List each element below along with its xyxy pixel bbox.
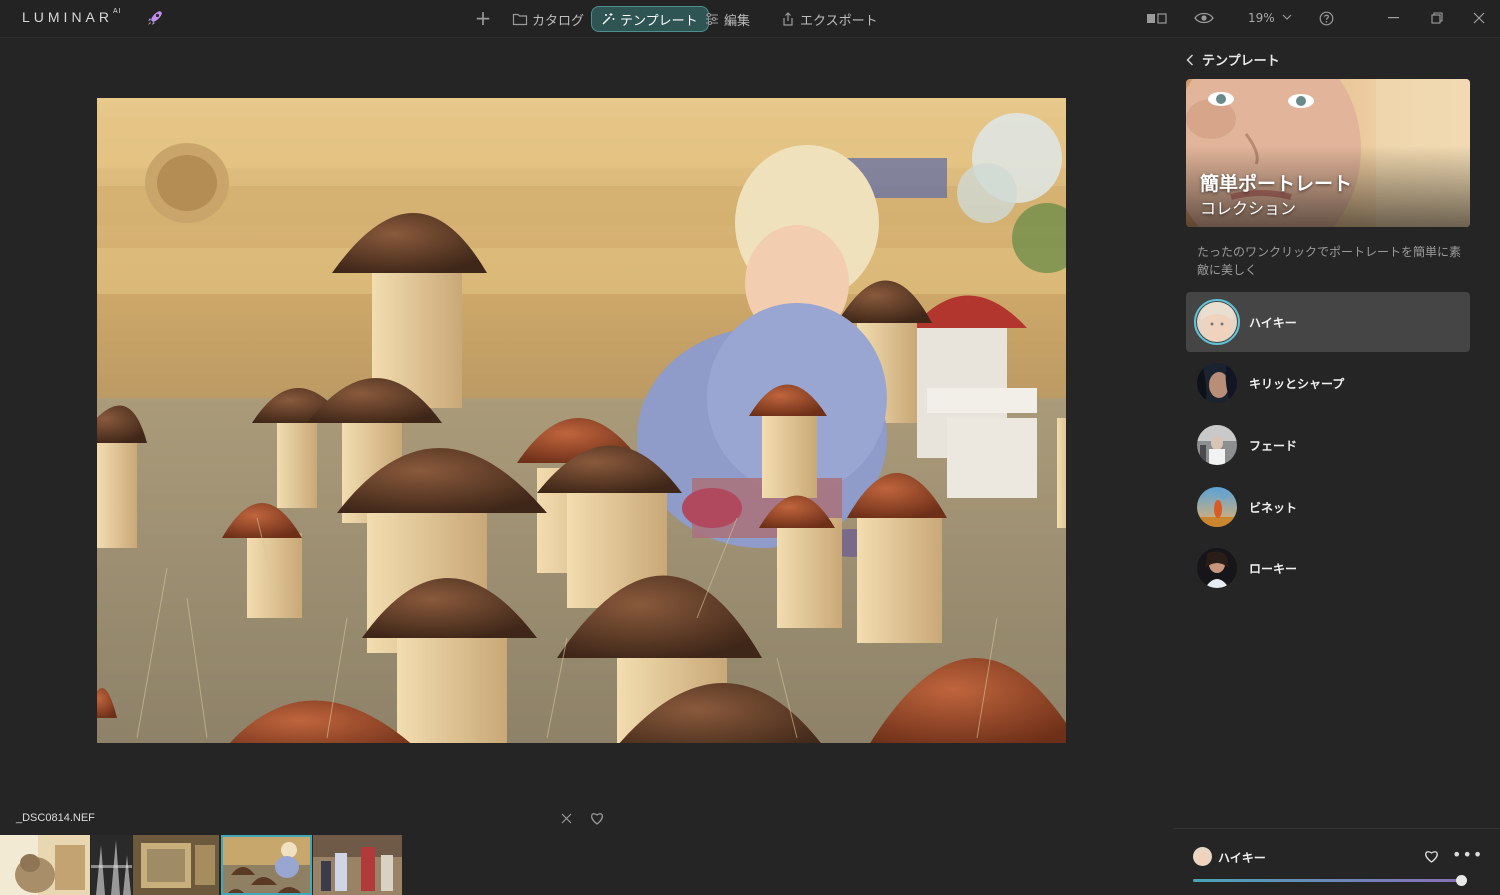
app-logo: LUMINARAI	[22, 8, 122, 25]
panel-back-button[interactable]: テンプレート	[1186, 50, 1280, 69]
main-photo[interactable]	[97, 98, 1066, 743]
applied-preset-footer: ハイキー •••	[1173, 828, 1500, 895]
filename-label: _DSC0814.NEF	[16, 812, 95, 824]
close-icon[interactable]	[560, 812, 573, 825]
preset-label: ビネット	[1249, 500, 1298, 515]
filmstrip-thumb-selected[interactable]	[221, 835, 312, 895]
amount-slider-handle[interactable]	[1456, 875, 1467, 886]
preset-item-sharp[interactable]: キリッとシャープ	[1186, 353, 1470, 413]
tab-templates[interactable]: テンプレート	[591, 6, 709, 32]
preset-label: ハイキー	[1249, 315, 1297, 330]
logo-text: LUMINAR	[22, 9, 114, 25]
restore-icon[interactable]	[1431, 12, 1443, 24]
preset-item-high-key[interactable]: ハイキー	[1186, 292, 1470, 352]
sliders-icon	[706, 13, 718, 25]
photo-canvas	[97, 98, 1066, 743]
applied-preset-label: ハイキー	[1218, 851, 1266, 865]
chevron-left-icon	[1186, 54, 1193, 65]
thumb-image	[91, 835, 132, 895]
tab-export-label: エクスポート	[800, 13, 878, 29]
tab-edit[interactable]: 編集	[704, 6, 750, 32]
preset-item-low-key[interactable]: ローキー	[1186, 538, 1470, 598]
export-icon	[783, 12, 793, 26]
thumb-image	[221, 835, 312, 895]
zoom-value[interactable]: 19%	[1248, 11, 1275, 25]
minimize-icon[interactable]	[1388, 17, 1399, 19]
banner-subtitle: コレクション	[1200, 199, 1297, 218]
filmstrip	[0, 835, 404, 895]
add-button[interactable]: +	[473, 8, 493, 28]
more-icon[interactable]: •••	[1452, 845, 1483, 864]
amount-slider[interactable]	[1193, 875, 1467, 886]
thumb-image	[0, 835, 90, 895]
filmstrip-thumb[interactable]	[133, 835, 219, 895]
top-bar: LUMINARAI + カタログ テンプレート 編集 エクスポート 19%	[0, 0, 1500, 38]
chevron-down-icon[interactable]	[1282, 13, 1292, 21]
tab-catalog-label: カタログ	[532, 13, 585, 29]
compare-icon[interactable]	[1146, 12, 1168, 25]
preset-label: フェード	[1249, 438, 1298, 453]
collection-description: たったのワンクリックでポートレートを簡単に素敵に美しく	[1197, 245, 1462, 277]
preset-thumbnail	[1197, 487, 1237, 527]
applied-preset-thumbnail	[1193, 847, 1212, 866]
preset-thumbnail	[1197, 425, 1237, 465]
tab-edit-label: 編集	[724, 13, 751, 29]
filmstrip-thumb[interactable]	[0, 835, 90, 895]
preset-label: キリッとシャープ	[1249, 376, 1345, 391]
banner-title: 簡単ポートレート	[1200, 173, 1353, 195]
collection-banner: 簡単ポートレート コレクション	[1186, 79, 1470, 227]
preset-label: ローキー	[1249, 561, 1298, 576]
eye-icon[interactable]	[1194, 11, 1214, 25]
amount-slider-fill	[1193, 879, 1461, 882]
thumb-image	[133, 835, 219, 895]
tab-export[interactable]: エクスポート	[780, 6, 878, 32]
filmstrip-thumb[interactable]	[313, 835, 402, 895]
filmstrip-thumb[interactable]	[91, 835, 132, 895]
heart-icon[interactable]	[590, 812, 604, 825]
close-icon[interactable]	[1473, 12, 1485, 24]
magic-wand-icon	[602, 13, 615, 25]
preset-item-fade[interactable]: フェード	[1186, 415, 1470, 475]
preset-thumbnail	[1194, 299, 1240, 345]
panel-title: テンプレート	[1202, 54, 1280, 69]
help-icon[interactable]	[1319, 11, 1334, 26]
logo-sup: AI	[113, 8, 122, 16]
tab-catalog[interactable]: カタログ	[512, 6, 584, 32]
preset-thumbnail	[1197, 548, 1237, 588]
rocket-icon[interactable]	[146, 9, 164, 27]
preset-thumbnail	[1197, 363, 1237, 403]
tab-templates-label: テンプレート	[620, 13, 698, 29]
folder-icon	[512, 13, 528, 26]
preset-item-vignette[interactable]: ビネット	[1186, 477, 1470, 537]
thumb-image	[313, 835, 402, 895]
heart-icon[interactable]	[1424, 850, 1439, 863]
